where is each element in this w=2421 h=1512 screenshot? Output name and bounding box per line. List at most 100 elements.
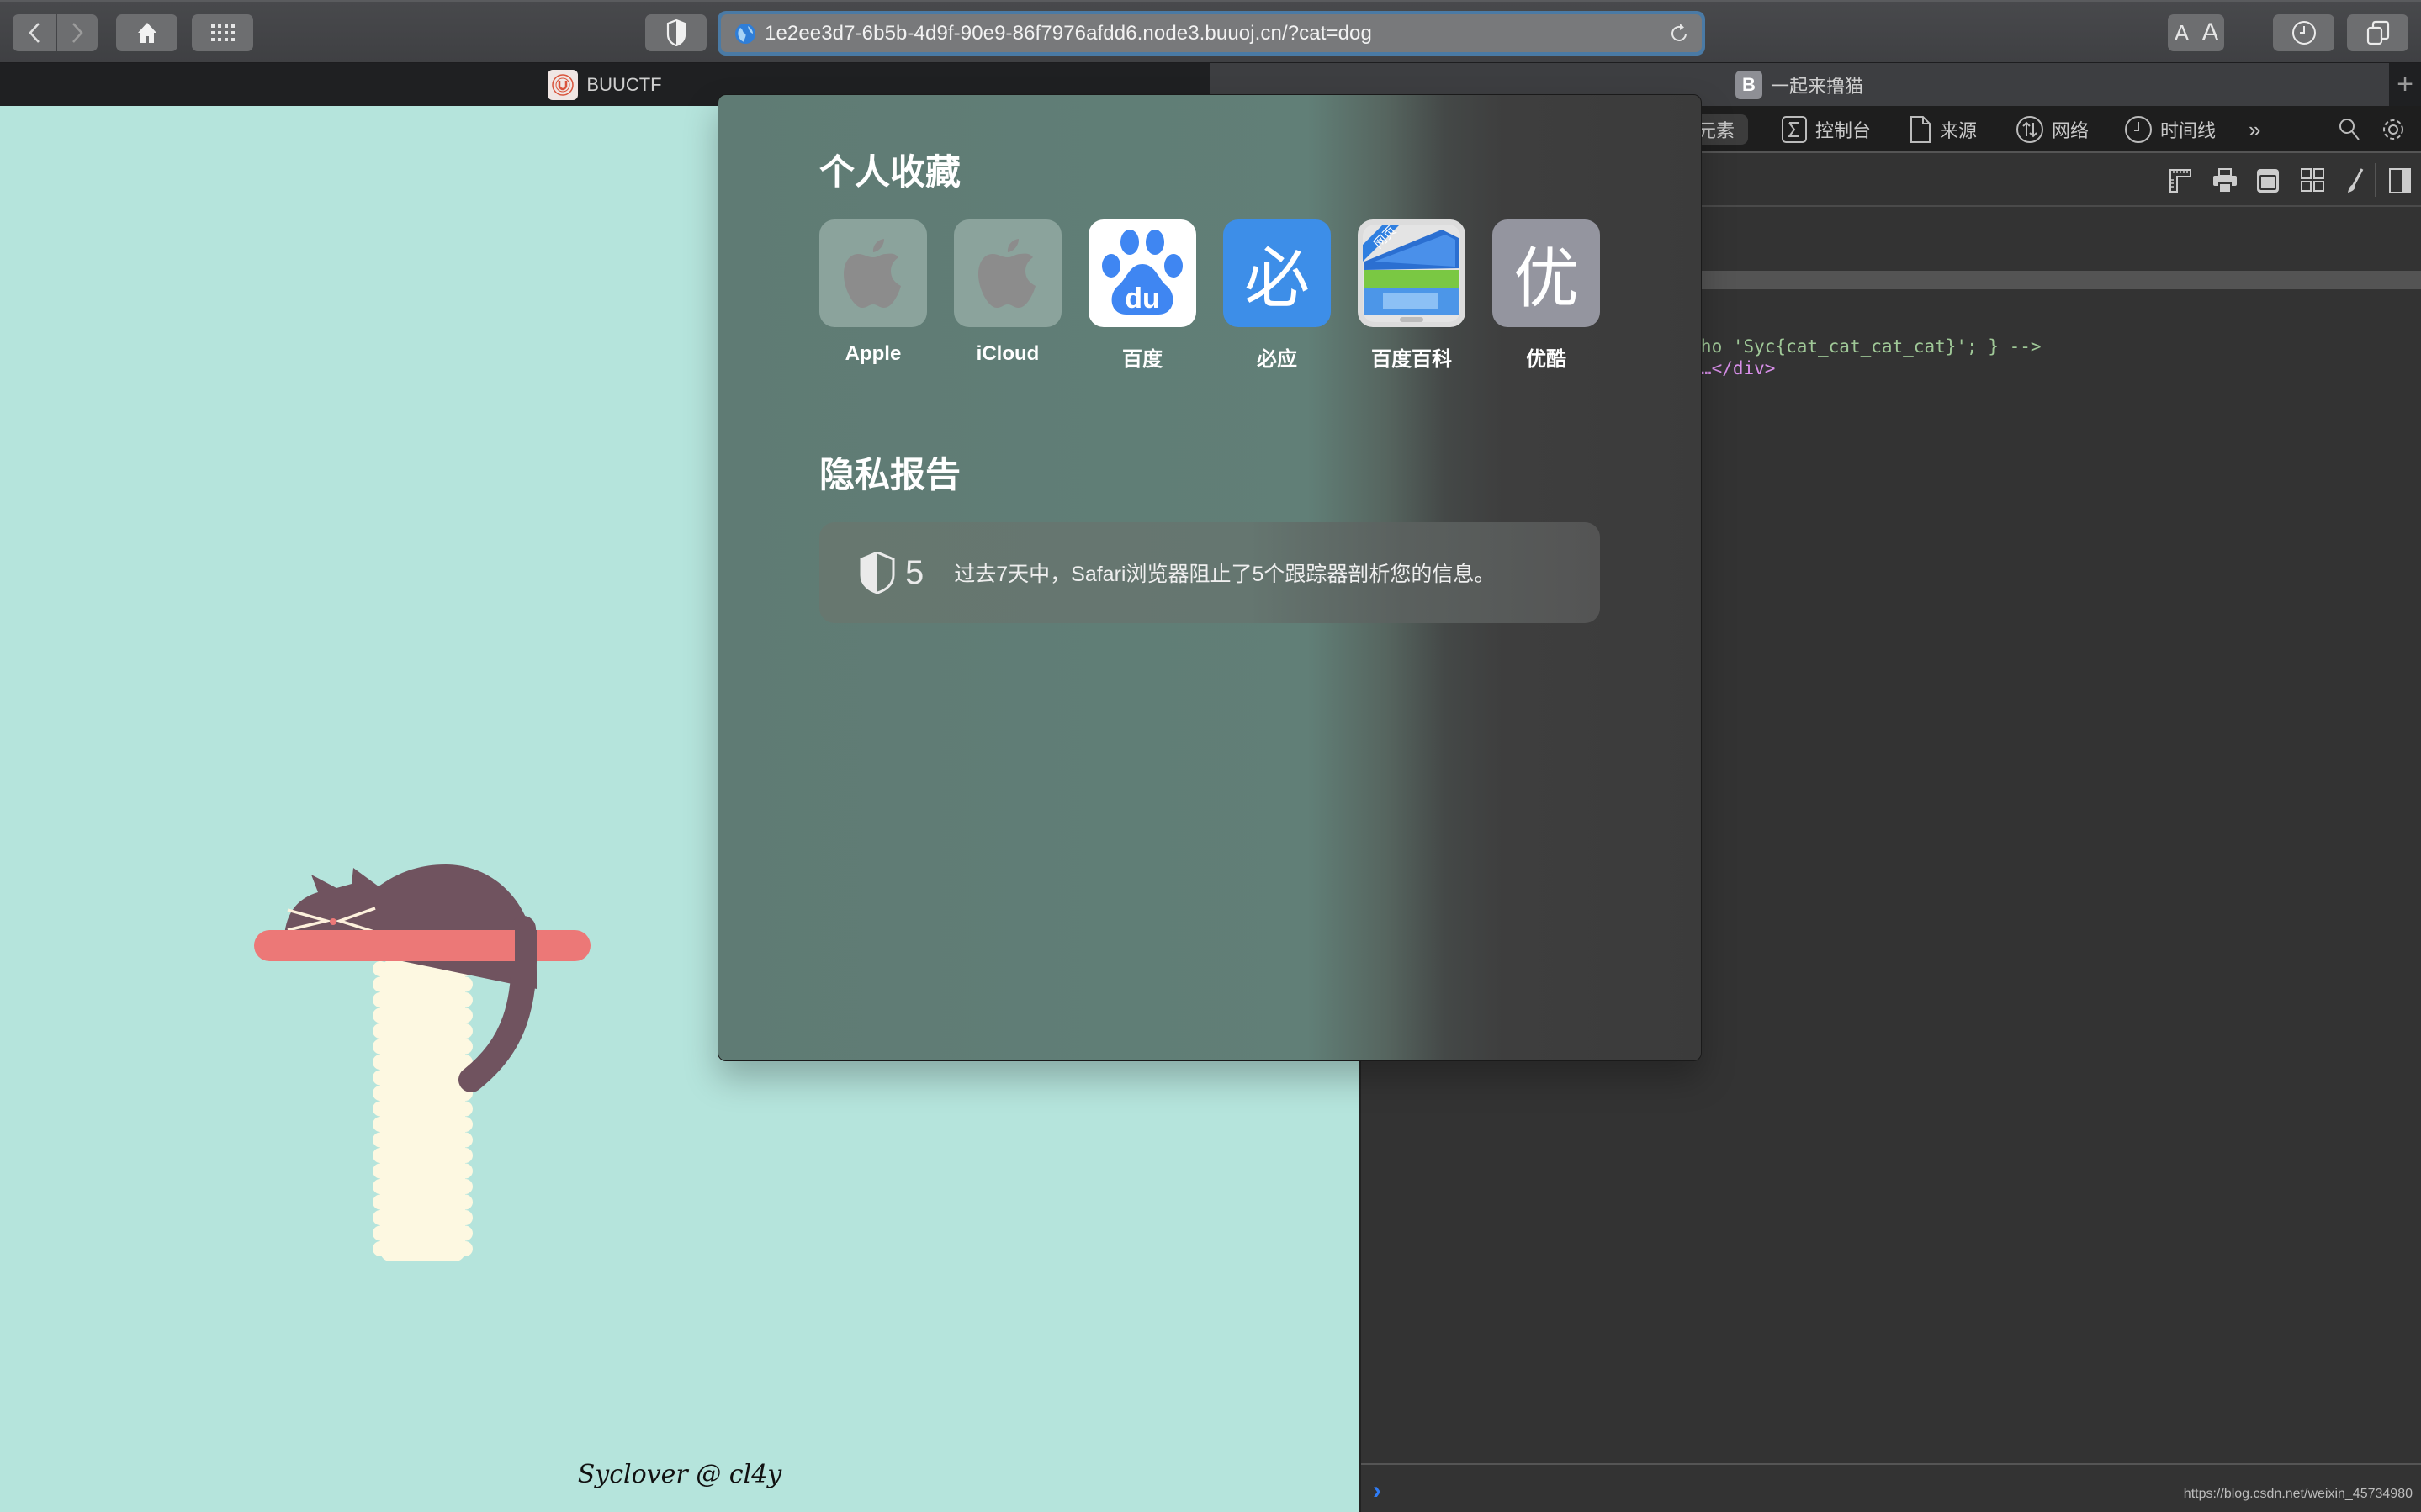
post-bump	[373, 1194, 388, 1210]
tab-overview-button[interactable]	[2347, 14, 2408, 51]
globe-icon	[735, 23, 755, 44]
favorite-bing[interactable]: 必 必应	[1223, 219, 1331, 372]
browser-toolbar: 1e2ee3d7-6b5b-4d9f-90e9-86f7976afdd6.nod…	[0, 0, 2421, 62]
apple-icon	[954, 219, 1062, 327]
favorite-icloud[interactable]: iCloud	[954, 219, 1062, 372]
toolbar-divider	[2375, 163, 2376, 197]
details-sidebar-icon[interactable]	[2389, 168, 2411, 198]
privacy-report-card[interactable]: 5 过去7天中，Safari浏览器阻止了5个跟踪器剖析您的信息。	[819, 522, 1600, 623]
tab-label: 控制台	[1815, 120, 1872, 141]
post-bump	[373, 1086, 388, 1101]
tab-network[interactable]: 网络	[2016, 114, 2089, 145]
favorite-apple[interactable]: Apple	[819, 219, 927, 372]
favorite-baidu[interactable]: du 百度	[1089, 219, 1196, 372]
post-bump	[373, 1179, 388, 1194]
post-bump	[458, 1007, 473, 1023]
post-bump	[458, 1148, 473, 1163]
tab-label: 网络	[2052, 120, 2090, 141]
post-bump	[458, 1225, 473, 1241]
watermark: https://blog.csdn.net/weixin_45734980	[2183, 1487, 2413, 1501]
new-tab-button[interactable]: +	[2389, 63, 2421, 106]
post-bump	[373, 1039, 388, 1055]
post-bump	[373, 1117, 388, 1132]
post-bump	[458, 1117, 473, 1132]
appearance-icon[interactable]	[2256, 168, 2280, 198]
paintbrush-icon[interactable]	[2345, 168, 2364, 198]
privacy-report-heading: 隐私报告	[819, 455, 962, 494]
favorite-youku[interactable]: 优 优酷	[1492, 219, 1600, 372]
post-bump	[373, 1163, 388, 1179]
plus-icon: +	[2397, 68, 2413, 100]
favorite-label: 必应	[1257, 348, 1297, 371]
history-button[interactable]	[2273, 14, 2334, 51]
settings-button[interactable]	[2381, 114, 2406, 145]
layout-grid-icon[interactable]	[2301, 168, 2324, 196]
more-tabs-button[interactable]: »	[2249, 114, 2260, 145]
tab-sources[interactable]: 来源	[1910, 114, 1977, 145]
decrease-text-size-button[interactable]: A	[2168, 14, 2196, 51]
post-bump	[458, 976, 473, 992]
apple-icon	[819, 219, 927, 327]
tab-timelines[interactable]: 时间线	[2125, 114, 2216, 145]
cat-illustration	[254, 864, 591, 1261]
tabs-icon	[2366, 20, 2389, 45]
chevron-left-icon	[29, 23, 40, 43]
forward-button[interactable]	[57, 14, 98, 51]
url-text[interactable]: 1e2ee3d7-6b5b-4d9f-90e9-86f7976afdd6.nod…	[765, 22, 1372, 45]
post-bump	[458, 1163, 473, 1179]
home-button[interactable]	[116, 14, 177, 51]
post-bump	[373, 1210, 388, 1225]
post-bump	[373, 1148, 388, 1163]
increase-text-size-button[interactable]: A	[2196, 14, 2224, 51]
post-bump	[373, 976, 388, 992]
show-all-tabs-grid-button[interactable]	[192, 14, 253, 51]
tab-label: 时间线	[2160, 120, 2217, 141]
favorite-label: 百度百科	[1371, 348, 1452, 371]
tab-label: 元素	[1698, 120, 1735, 141]
post-bump	[373, 1023, 388, 1039]
favorite-baike[interactable]: 网页 百度百科	[1358, 219, 1465, 372]
tab-label: 来源	[1940, 120, 1978, 141]
shield-icon	[860, 552, 895, 594]
text-size-small-label: A	[2174, 19, 2190, 45]
buuctf-favicon-icon	[548, 69, 579, 100]
post-bump	[373, 1007, 388, 1023]
footer-signature: Syclover @ cl4y	[577, 1460, 782, 1489]
post-bump	[458, 1210, 473, 1225]
youku-glyph: 优	[1512, 241, 1579, 315]
double-chevron-icon: »	[2249, 116, 2261, 142]
tab-title: BUUCTF	[586, 73, 662, 95]
rulers-icon[interactable]	[2169, 168, 2192, 198]
cat-platform	[254, 930, 591, 961]
bing-glyph: 必	[1243, 241, 1310, 315]
favorites-grid: Apple iCloud du 百度 必 必应 网页 百度百科 优 优酷	[819, 219, 1600, 372]
search-icon	[2339, 119, 2360, 140]
chevron-right-icon	[72, 23, 83, 43]
console-prompt-icon[interactable]: ›	[1373, 1477, 1381, 1505]
privacy-report-button[interactable]	[645, 14, 707, 51]
tab-title: 一起来撸猫	[1770, 75, 1863, 97]
favorite-label: 优酷	[1526, 348, 1566, 371]
address-bar[interactable]: 1e2ee3d7-6b5b-4d9f-90e9-86f7976afdd6.nod…	[718, 11, 1705, 56]
clock-icon	[2125, 116, 2152, 143]
post-bump	[373, 992, 388, 1007]
post-bump	[458, 1039, 473, 1055]
console-icon	[1782, 116, 1807, 143]
grid-icon	[210, 24, 235, 41]
post-bump	[458, 1101, 473, 1117]
baike-book-icon: 网页	[1358, 219, 1465, 327]
post-bump	[373, 1225, 388, 1241]
back-button[interactable]	[13, 14, 56, 51]
post-bump	[373, 961, 388, 976]
post-bump	[373, 1132, 388, 1148]
print-styles-icon[interactable]	[2212, 168, 2238, 198]
search-button[interactable]	[2339, 114, 2360, 145]
baidu-paw-icon: du	[1089, 219, 1196, 327]
tab-console[interactable]: 控制台	[1782, 114, 1871, 145]
post-bump	[458, 992, 473, 1007]
reload-icon[interactable]	[1670, 24, 1690, 44]
post-bump	[458, 1179, 473, 1194]
clock-icon	[2291, 21, 2316, 45]
start-page-popover: 个人收藏 Apple iCloud du 百度 必 必应 网页 百度百科 优 优…	[718, 94, 1702, 1061]
code-token: >…</div>	[1690, 358, 1776, 378]
